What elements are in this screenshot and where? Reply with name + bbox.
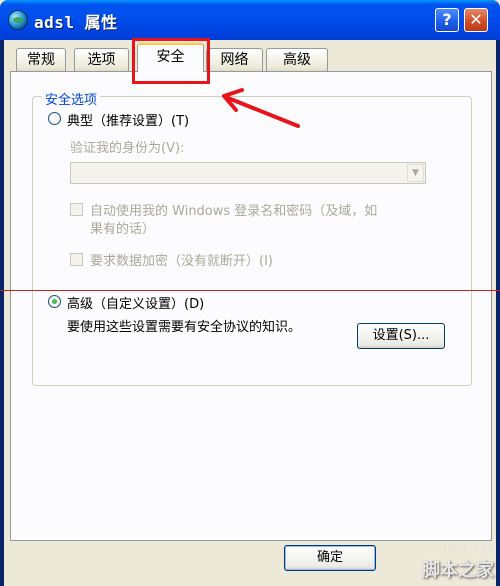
settings-button[interactable]: 设置(S)... [357, 323, 445, 349]
tab-options[interactable]: 选项 [74, 48, 129, 72]
window-title: adsl 属性 [34, 13, 118, 32]
title-bar[interactable]: adsl 属性 ? ✕ [0, 0, 500, 40]
highlight-box [132, 38, 210, 84]
chevron-down-icon[interactable]: ▼ [407, 164, 424, 182]
watermark: jb51.net 脚本之家 [422, 543, 494, 582]
watermark-brand: 脚本之家 [422, 560, 494, 581]
tab-general[interactable]: 常规 [16, 48, 66, 72]
red-arrow-icon [222, 88, 300, 128]
typical-label[interactable]: 典型（推荐设置）(T) [67, 110, 189, 129]
network-globe-icon [8, 10, 28, 30]
close-button[interactable]: ✕ [464, 8, 488, 32]
watermark-url: jb51.net [441, 543, 494, 556]
tab-advanced[interactable]: 高级 [266, 48, 328, 72]
tab-network[interactable]: 网络 [206, 48, 263, 72]
advanced-label[interactable]: 高级（自定义设置）(D) [67, 293, 204, 312]
auto-windows-login-label-line1[interactable]: 自动使用我的 Windows 登录名和密码（及域，如 [90, 200, 377, 219]
require-encryption-label[interactable]: 要求数据加密（没有就断开）(I) [90, 250, 273, 269]
require-encryption-checkbox[interactable] [70, 253, 83, 266]
divider-line [0, 290, 500, 291]
advanced-radio[interactable] [48, 295, 61, 308]
help-button[interactable]: ? [435, 8, 459, 32]
advanced-hint-text: 要使用这些设置需要有安全协议的知识。 [67, 320, 302, 335]
ok-button[interactable]: 确定 [284, 545, 376, 571]
verify-identity-label: 验证我的身份为(V): [70, 141, 185, 156]
group-title: 安全选项 [42, 89, 101, 108]
typical-radio[interactable] [48, 112, 61, 125]
auto-windows-login-checkbox[interactable] [70, 203, 83, 216]
auto-windows-login-label-line2[interactable]: 果有的话） [90, 218, 155, 237]
verify-identity-select[interactable]: ▼ [70, 162, 426, 184]
